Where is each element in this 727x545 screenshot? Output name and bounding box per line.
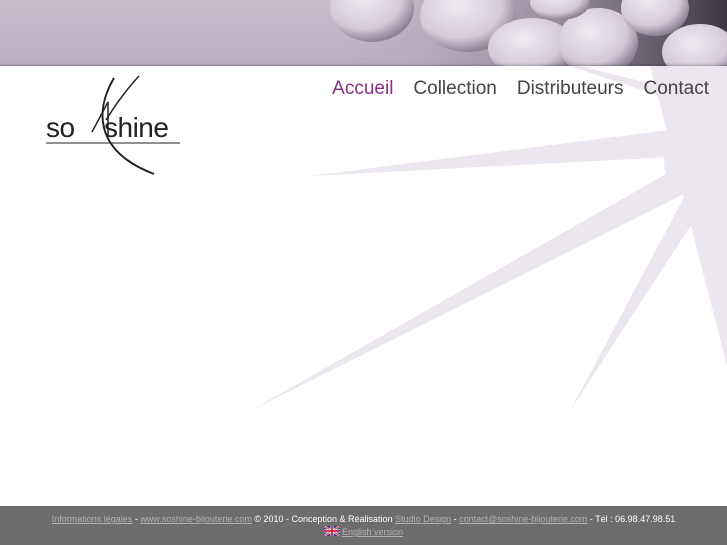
nav-item-contact[interactable]: Contact — [644, 78, 709, 100]
nav-item-distributeurs[interactable]: Distributeurs — [517, 78, 624, 100]
english-version-link[interactable]: English version — [342, 527, 403, 537]
footer-phone: - Tél : 06.98.47.98.51 — [587, 514, 676, 524]
email-link[interactable]: contact@soshine-bijouterie.com — [459, 514, 587, 524]
main-nav: Accueil Collection Distributeurs Contact — [332, 78, 709, 100]
header-banner — [0, 0, 727, 66]
footer: Informations légales - www.soshine-bijou… — [0, 506, 727, 545]
footer-separator: - — [451, 514, 460, 524]
footer-info-line: Informations légales - www.soshine-bijou… — [0, 514, 727, 524]
studio-design-link[interactable]: Studio Design — [395, 514, 451, 524]
nav-item-collection[interactable]: Collection — [413, 78, 496, 100]
uk-flag-icon[interactable] — [323, 526, 340, 536]
decorative-beads-image — [330, 0, 727, 66]
nav-item-accueil[interactable]: Accueil — [332, 78, 393, 100]
site-logo[interactable]: so shine — [44, 72, 184, 178]
footer-credits: © 2010 - Conception & Réalisation — [251, 514, 396, 524]
website-link[interactable]: www.soshine-bijouterie.com — [140, 514, 252, 524]
legal-info-link[interactable]: Informations légales — [52, 514, 133, 524]
logo-text-so: so — [46, 112, 75, 143]
footer-language-line: English version — [0, 526, 727, 537]
logo-text-shine: shine — [104, 112, 169, 143]
